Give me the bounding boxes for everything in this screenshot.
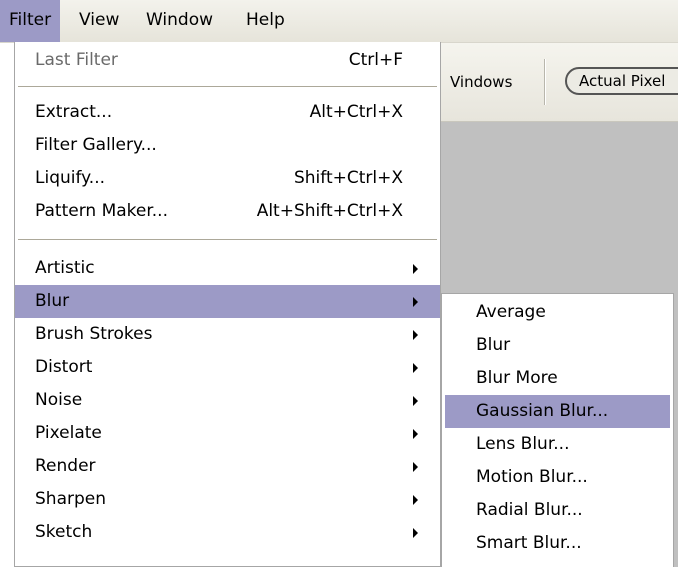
- menu-separator: [18, 86, 437, 87]
- menu-item-liquify[interactable]: Liquify... Shift+Ctrl+X: [15, 162, 440, 195]
- menu-item-label: Sharpen: [35, 489, 106, 509]
- submenu-arrow-icon: [413, 429, 418, 439]
- actual-pixels-button[interactable]: Actual Pixel: [565, 67, 678, 95]
- menu-item-label: Motion Blur...: [476, 467, 588, 487]
- submenu-arrow-icon: [413, 462, 418, 472]
- menu-window[interactable]: Window: [137, 0, 222, 42]
- menu-item-label: Distort: [35, 357, 93, 377]
- blur-submenu: Average Blur Blur More Gaussian Blur... …: [441, 293, 674, 567]
- filter-menu: Last Filter Ctrl+F Extract... Alt+Ctrl+X…: [14, 42, 441, 567]
- menu-item-label: Extract...: [35, 102, 113, 122]
- menu-item-pixelate[interactable]: Pixelate: [15, 417, 440, 450]
- menu-item-shortcut: Ctrl+F: [348, 50, 403, 70]
- menu-separator: [18, 239, 437, 240]
- menu-item-label: Filter Gallery...: [35, 135, 157, 155]
- menu-item-label: Radial Blur...: [476, 500, 583, 520]
- windows-label[interactable]: Vindows: [450, 73, 512, 91]
- menu-item-filter-gallery[interactable]: Filter Gallery...: [15, 129, 440, 162]
- toolbar-divider: [544, 59, 546, 105]
- menu-item-label: Blur: [35, 291, 70, 311]
- submenu-item-motion-blur[interactable]: Motion Blur...: [445, 461, 670, 494]
- submenu-arrow-icon: [413, 330, 418, 340]
- menu-item-label: Liquify...: [35, 168, 106, 188]
- menu-item-label: Gaussian Blur...: [476, 401, 609, 421]
- menu-item-label: Render: [35, 456, 96, 476]
- submenu-arrow-icon: [413, 264, 418, 274]
- submenu-arrow-icon: [413, 363, 418, 373]
- submenu-arrow-icon: [413, 396, 418, 406]
- menu-item-pattern-maker[interactable]: Pattern Maker... Alt+Shift+Ctrl+X: [15, 195, 440, 228]
- menu-item-label: Sketch: [35, 522, 93, 542]
- menu-item-label: Noise: [35, 390, 83, 410]
- menu-item-distort[interactable]: Distort: [15, 351, 440, 384]
- submenu-item-radial-blur[interactable]: Radial Blur...: [445, 494, 670, 527]
- menu-filter[interactable]: Filter: [0, 0, 61, 42]
- menu-item-render[interactable]: Render: [15, 450, 440, 483]
- menu-item-sharpen[interactable]: Sharpen: [15, 483, 440, 516]
- menu-item-extract[interactable]: Extract... Alt+Ctrl+X: [15, 96, 440, 129]
- menu-item-sketch[interactable]: Sketch: [15, 516, 440, 549]
- options-toolbar: Vindows Actual Pixel: [440, 43, 678, 122]
- menu-item-label: Brush Strokes: [35, 324, 153, 344]
- menu-item-noise[interactable]: Noise: [15, 384, 440, 417]
- submenu-arrow-icon: [413, 297, 418, 307]
- menu-item-label: Artistic: [35, 258, 95, 278]
- submenu-arrow-icon: [413, 495, 418, 505]
- menu-item-brush-strokes[interactable]: Brush Strokes: [15, 318, 440, 351]
- menu-item-last-filter[interactable]: Last Filter Ctrl+F: [15, 44, 440, 77]
- menu-item-shortcut: Alt+Shift+Ctrl+X: [256, 201, 403, 221]
- menu-item-label: Smart Blur...: [476, 533, 582, 553]
- submenu-item-gaussian-blur[interactable]: Gaussian Blur...: [445, 395, 670, 428]
- submenu-item-lens-blur[interactable]: Lens Blur...: [445, 428, 670, 461]
- menu-item-label: Pattern Maker...: [35, 201, 168, 221]
- menu-item-label: Pixelate: [35, 423, 102, 443]
- menu-item-label: Last Filter: [35, 50, 118, 70]
- menu-item-label: Blur More: [476, 368, 558, 388]
- menu-item-shortcut: Alt+Ctrl+X: [309, 102, 403, 122]
- menu-help[interactable]: Help: [237, 0, 294, 42]
- submenu-item-smart-blur[interactable]: Smart Blur...: [445, 527, 670, 560]
- submenu-arrow-icon: [413, 528, 418, 538]
- menu-item-label: Lens Blur...: [476, 434, 570, 454]
- menu-item-label: Average: [476, 302, 546, 322]
- submenu-item-average[interactable]: Average: [445, 296, 670, 329]
- submenu-item-blur[interactable]: Blur: [445, 329, 670, 362]
- menu-item-shortcut: Shift+Ctrl+X: [293, 168, 403, 188]
- menu-bar: Filter View Window Help: [0, 0, 678, 43]
- actual-pixels-label: Actual Pixel: [579, 72, 666, 90]
- menu-view[interactable]: View: [70, 0, 128, 42]
- menu-item-label: Blur: [476, 335, 511, 355]
- submenu-item-blur-more[interactable]: Blur More: [445, 362, 670, 395]
- menu-item-artistic[interactable]: Artistic: [15, 252, 440, 285]
- menu-item-blur[interactable]: Blur: [15, 285, 440, 318]
